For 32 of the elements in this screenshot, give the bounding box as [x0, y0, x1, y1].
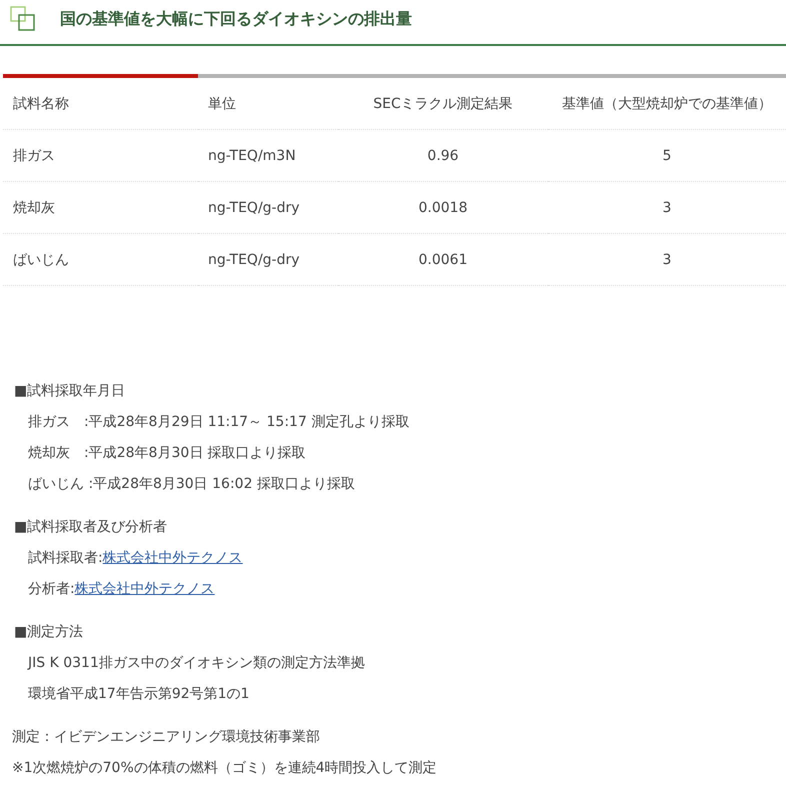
- table-cell: ばいじん: [3, 234, 198, 286]
- section-heading: ■試料採取年月日: [14, 382, 126, 401]
- table-cell: 0.0061: [338, 234, 548, 286]
- table-cell: 0.0018: [338, 182, 548, 234]
- note-text: ※1次燃焼炉の70%の体積の燃料（ゴミ）を連続4時間投入して測定: [12, 759, 438, 778]
- table-cell: ng-TEQ/g-dry: [198, 234, 338, 286]
- detail-line: JIS K 0311排ガス中のダイオキシン類の測定方法準拠: [26, 654, 366, 673]
- table-cell: 排ガス: [3, 130, 198, 182]
- note-text: 測定：イビデンエンジニアリング環境技術事業部: [12, 728, 321, 747]
- section-heading: ■試料採取者及び分析者: [14, 518, 168, 537]
- detail-line: 排ガス :平成28年8月29日 11:17～ 15:17 測定孔より採取: [27, 413, 410, 432]
- column-header: 試料名称: [3, 78, 198, 130]
- table-cell: 焼却灰: [3, 182, 198, 234]
- table-cell: 3: [548, 182, 786, 234]
- table-cell: ng-TEQ/m3N: [198, 130, 338, 182]
- company-link[interactable]: 株式会社中外テクノス: [74, 581, 215, 597]
- table-cell: ng-TEQ/g-dry: [198, 182, 338, 234]
- table-cell: 0.96: [338, 130, 548, 182]
- detail-line: ばいじん :平成28年8月30日 16:02 採取口より採取: [27, 475, 356, 494]
- detail-line: 焼却灰 :平成28年8月30日 採取口より採取: [27, 444, 307, 463]
- detail-line: 環境省平成17年告示第92号第1の1: [27, 685, 250, 704]
- section-heading: ■測定方法: [14, 623, 84, 642]
- table-cell: 5: [548, 130, 786, 182]
- page-title: 国の基準値を大幅に下回るダイオキシンの排出量: [60, 8, 412, 30]
- table-cell: 3: [548, 234, 786, 286]
- column-header: 基準値（大型焼却炉での基準値）: [548, 78, 786, 130]
- column-header: 単位: [198, 78, 338, 130]
- detail-label: 分析者:: [28, 581, 75, 597]
- detail-label: 試料採取者:: [28, 550, 103, 566]
- squares-icon: [10, 6, 36, 32]
- column-header: SECミラクル測定結果: [338, 78, 548, 130]
- company-link[interactable]: 株式会社中外テクノス: [102, 550, 243, 566]
